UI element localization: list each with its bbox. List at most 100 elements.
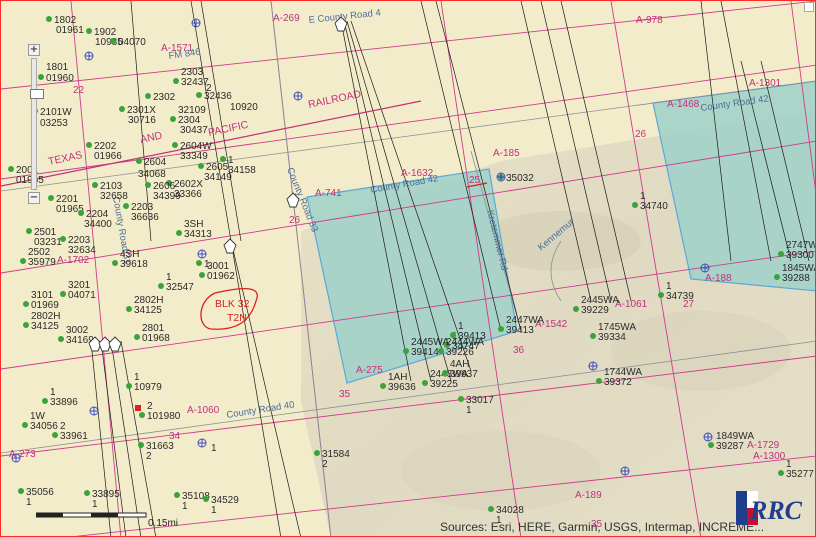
well-marker[interactable] xyxy=(136,158,142,164)
well-marker[interactable] xyxy=(596,378,602,384)
zoom-slider-track[interactable] xyxy=(30,58,44,190)
well-label: 35032 xyxy=(506,173,534,184)
well-marker[interactable] xyxy=(778,251,784,257)
well-label: 30716 xyxy=(128,115,156,126)
well-marker[interactable] xyxy=(196,260,202,266)
well-label: 32437 xyxy=(181,77,209,88)
well-label: 39287 xyxy=(716,441,744,452)
well-marker[interactable] xyxy=(422,380,428,386)
well-marker[interactable] xyxy=(20,258,26,264)
well-label: 39334 xyxy=(598,332,626,343)
well-marker[interactable] xyxy=(174,492,180,498)
well-marker[interactable] xyxy=(458,396,464,402)
well-label: 33896 xyxy=(50,397,78,408)
well-marker[interactable] xyxy=(58,336,64,342)
well-marker[interactable] xyxy=(658,292,664,298)
abstract-label: A-1301 xyxy=(749,78,782,89)
well-marker[interactable] xyxy=(196,92,202,98)
well-marker[interactable] xyxy=(778,470,784,476)
well-label: 32634 xyxy=(68,245,96,256)
well-label: 03253 xyxy=(40,118,68,129)
well-marker[interactable] xyxy=(123,203,129,209)
well-marker[interactable] xyxy=(172,142,178,148)
well-marker[interactable] xyxy=(590,333,596,339)
well-label: 1 xyxy=(182,501,188,512)
well-marker[interactable] xyxy=(126,383,132,389)
well-label: 33961 xyxy=(60,431,88,442)
well-marker[interactable] xyxy=(86,142,92,148)
well-marker[interactable] xyxy=(86,28,92,34)
well-marker[interactable] xyxy=(84,490,90,496)
well-marker[interactable] xyxy=(112,260,118,266)
well-marker[interactable] xyxy=(18,488,24,494)
well-marker[interactable] xyxy=(46,16,52,22)
close-box[interactable] xyxy=(804,2,814,12)
well-marker[interactable] xyxy=(78,210,84,216)
well-marker[interactable] xyxy=(42,398,48,404)
well-label: 1 xyxy=(211,505,217,516)
zoom-slider-thumb[interactable] xyxy=(30,89,44,99)
well-label: 39288 xyxy=(782,273,810,284)
well-label: 32547 xyxy=(166,282,194,293)
map-attribution: Sources: Esri, HERE, Garmin, USGS, Inter… xyxy=(440,520,765,534)
scale-bar xyxy=(36,512,147,518)
well-marker[interactable] xyxy=(498,326,504,332)
well-marker[interactable] xyxy=(573,306,579,312)
well-marker[interactable] xyxy=(199,272,205,278)
well-label: 39229 xyxy=(581,305,609,316)
annotation-block: BLK 32 xyxy=(215,298,250,310)
well-marker[interactable] xyxy=(145,93,151,99)
well-marker[interactable] xyxy=(23,322,29,328)
well-marker[interactable] xyxy=(145,182,151,188)
well-marker[interactable] xyxy=(708,442,714,448)
annotation-township: T2N xyxy=(227,312,247,324)
well-marker[interactable] xyxy=(158,283,164,289)
well-label: 01961 xyxy=(56,25,84,36)
well-marker[interactable] xyxy=(176,230,182,236)
well-marker[interactable] xyxy=(92,182,98,188)
well-label: 32436 xyxy=(204,91,232,102)
rrc-logo: RRC xyxy=(736,491,803,525)
well-marker[interactable] xyxy=(403,348,409,354)
well-marker[interactable] xyxy=(134,334,140,340)
well-marker[interactable] xyxy=(198,163,204,169)
well-marker[interactable] xyxy=(8,166,14,172)
well-marker[interactable] xyxy=(203,496,209,502)
well-label: 39225 xyxy=(430,379,458,390)
abstract-label: A-1061 xyxy=(615,299,648,310)
well-marker[interactable] xyxy=(380,383,386,389)
well-marker[interactable] xyxy=(438,348,444,354)
well-marker[interactable] xyxy=(488,506,494,512)
well-marker[interactable] xyxy=(442,370,448,376)
well-marker[interactable] xyxy=(23,301,29,307)
abstract-label: A-1300 xyxy=(753,451,786,462)
well-label: 34125 xyxy=(31,321,59,332)
map-canvas[interactable]: A-269 A-978 A-1571 A-1301 A-1468 A-185 A… xyxy=(1,1,816,537)
well-marker[interactable] xyxy=(26,228,32,234)
well-marker[interactable] xyxy=(126,306,132,312)
well-marker[interactable] xyxy=(110,38,116,44)
well-marker[interactable] xyxy=(774,274,780,280)
well-label: 10979 xyxy=(134,382,162,393)
well-label: 2 xyxy=(146,451,152,462)
well-label: 39413 xyxy=(506,325,534,336)
well-marker[interactable] xyxy=(119,106,125,112)
well-label: 34068 xyxy=(138,169,166,180)
zoom-out-button[interactable]: − xyxy=(28,192,40,204)
zoom-in-button[interactable]: + xyxy=(28,44,40,56)
well-marker[interactable] xyxy=(139,412,145,418)
well-label: 34313 xyxy=(184,229,212,240)
well-marker[interactable] xyxy=(60,291,66,297)
well-marker[interactable] xyxy=(22,422,28,428)
well-marker[interactable] xyxy=(138,442,144,448)
well-marker[interactable] xyxy=(314,450,320,456)
well-marker[interactable] xyxy=(173,78,179,84)
well-label: 39636 xyxy=(388,382,416,393)
well-marker[interactable] xyxy=(52,432,58,438)
well-marker[interactable] xyxy=(170,116,176,122)
section-number: 22 xyxy=(73,85,85,96)
well-marker[interactable] xyxy=(632,202,638,208)
well-marker[interactable] xyxy=(60,236,66,242)
well-marker[interactable] xyxy=(48,195,54,201)
well-label: 34125 xyxy=(134,305,162,316)
